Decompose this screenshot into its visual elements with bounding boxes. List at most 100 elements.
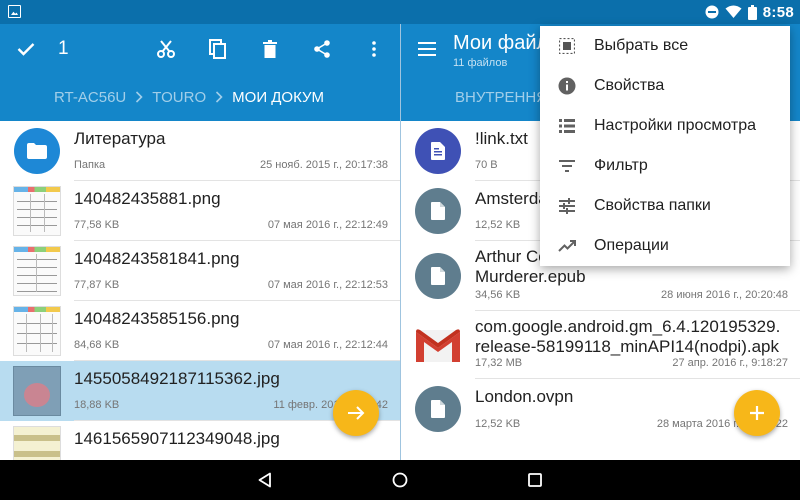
file-name-line: com.google.android.gm_6.4.120195329. [475,317,781,336]
folder-icon [14,128,60,174]
file-name: 14048243585156.png [74,309,240,328]
file-date: 27 апр. 2016 г., 9:18:27 [672,357,788,369]
file-name: 1461565907112349048.jpg [74,429,280,448]
file-name: 1455058492187115362.jpg [74,369,280,388]
gallery-notification-icon [8,5,21,18]
menu-item-operations[interactable]: Операции [540,226,790,266]
file-size: 77,87 KB [74,279,120,291]
file-name: com.google.android.gm_6.4.120195329. rele… [475,317,780,357]
menu-item-label: Свойства [594,77,665,94]
done-button[interactable] [0,24,52,73]
trending-icon [558,240,576,252]
file-size: 34,56 KB [475,289,521,301]
selection-count: 1 [58,37,69,59]
list-item[interactable]: 14048243581841.png 77,87 KB 07 мая 2016 г… [0,241,400,301]
tune-icon [559,198,575,214]
file-name: Литература [74,129,166,148]
status-bar: 8:58 [0,0,800,24]
list-item[interactable]: 140482435881.png 77,58 KB 07 мая 2016 г.,… [0,181,400,241]
menu-button[interactable] [401,24,453,73]
status-bar-left [0,0,400,24]
menu-item-label: Настройки просмотра [594,117,757,134]
file-size: 18,88 KB [74,399,120,411]
file-size: 12,52 KB [475,418,521,430]
info-icon [558,77,576,95]
file-icon [415,188,461,234]
more-vert-icon [372,40,376,57]
home-icon [392,472,408,488]
menu-item-view-settings[interactable]: Настройки просмотра [540,106,790,146]
file-name: 14048243581841.png [74,249,240,268]
file-date: 07 мая 2016 г., 22:12:44 [267,339,388,351]
move-fab[interactable] [333,390,379,436]
cut-button[interactable] [140,24,192,73]
menu-item-label: Фильтр [594,157,648,174]
file-icon [415,386,461,432]
list-item[interactable]: com.google.android.gm_6.4.120195329. rele… [401,311,800,379]
left-pane: 1 RT-AC56U TOURO МОИ ДОКУМ Литература Па… [0,24,400,460]
image-thumbnail [13,186,61,236]
more-button[interactable] [348,24,400,73]
list-item[interactable]: Литература Папка 25 нояб. 2015 г., 20:17:… [0,121,400,181]
check-icon [17,42,35,56]
overflow-menu: Выбрать все Свойства Настройки просмотра… [540,26,790,266]
breadcrumb: RT-AC56U TOURO МОИ ДОКУМ [0,73,400,121]
breadcrumb-item-current[interactable]: МОИ ДОКУМ [226,89,330,106]
scissors-icon [157,39,175,58]
system-nav-bar [0,460,800,500]
filter-icon [559,160,575,172]
menu-item-label: Свойства папки [594,197,711,214]
trash-icon [263,39,277,58]
do-not-disturb-icon [705,5,719,19]
menu-item-folder-properties[interactable]: Свойства папки [540,186,790,226]
copy-icon [209,38,226,59]
copy-button[interactable] [192,24,244,73]
file-size: 77,58 KB [74,219,120,231]
recents-icon [528,473,542,487]
add-fab[interactable] [734,390,780,436]
menu-item-label: Выбрать все [594,37,689,54]
file-name-line: Murderer.epub [475,267,586,286]
chevron-right-icon [212,91,226,103]
arrow-right-icon [348,406,365,420]
home-button[interactable] [333,460,468,500]
file-size: 12,52 KB [475,219,521,231]
clock: 8:58 [762,3,794,21]
share-button[interactable] [296,24,348,73]
recents-button[interactable] [468,460,603,500]
file-name: !link.txt [475,129,528,148]
gmail-icon [416,328,460,362]
file-name: London.ovpn [475,387,574,406]
file-size: 17,32 MB [475,357,523,369]
image-thumbnail [13,306,61,356]
list-view-icon [559,119,575,133]
file-size: 84,68 KB [74,339,120,351]
wifi-icon [725,5,742,18]
breadcrumb-item[interactable]: TOURO [146,89,212,106]
chevron-right-icon [132,91,146,103]
hamburger-icon [418,41,436,56]
menu-item-filter[interactable]: Фильтр [540,146,790,186]
back-icon [258,472,271,488]
back-button[interactable] [198,460,333,500]
file-size: 70 B [475,159,498,171]
share-icon [314,39,330,58]
breadcrumb-item[interactable]: RT-AC56U [48,89,132,106]
selection-toolbar: 1 [0,24,400,73]
file-date: 07 мая 2016 г., 22:12:53 [267,279,388,291]
plus-icon [750,406,764,420]
list-item[interactable]: 14048243585156.png 84,68 KB 07 мая 2016 г… [0,301,400,361]
file-date: 25 нояб. 2015 г., 20:17:38 [259,159,388,171]
file-icon [415,253,461,299]
battery-icon [747,4,757,20]
file-name-line: release-58199118_minAPI14(nodpi).apk [475,337,779,356]
file-date: 07 мая 2016 г., 22:12:49 [267,219,388,231]
status-icons: 8:58 [705,3,794,21]
menu-item-properties[interactable]: Свойства [540,66,790,106]
image-thumbnail [13,366,61,416]
file-type: Папка [74,159,106,171]
image-thumbnail [13,246,61,296]
menu-item-label: Операции [594,237,669,254]
delete-button[interactable] [244,24,296,73]
menu-item-select-all[interactable]: Выбрать все [540,26,790,66]
